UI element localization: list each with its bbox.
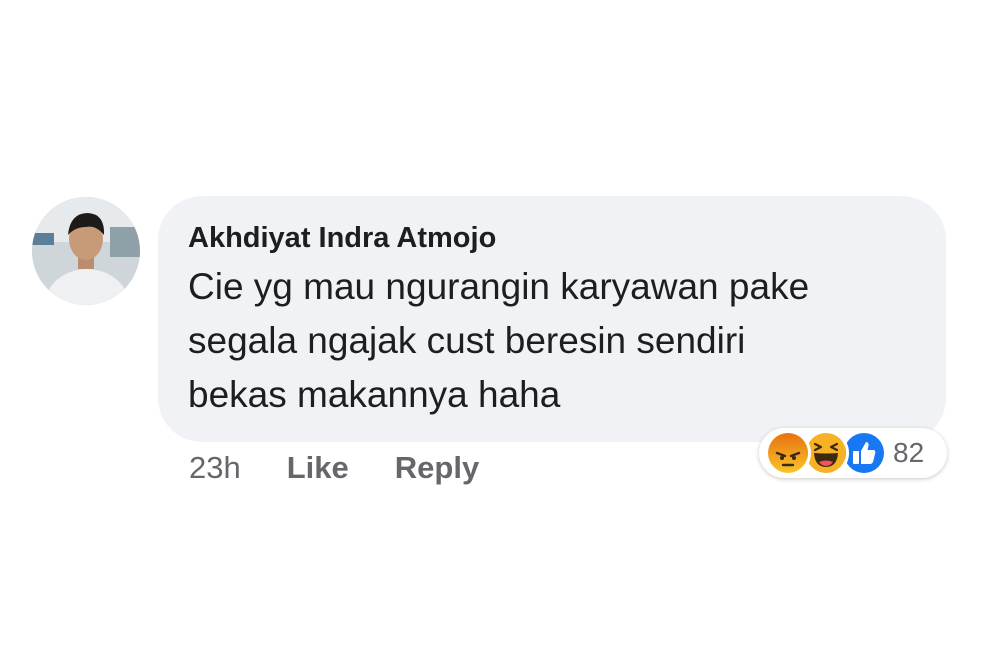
comment-author[interactable]: Akhdiyat Indra Atmojo	[188, 220, 916, 256]
like-button[interactable]: Like	[287, 450, 349, 486]
reactions-summary[interactable]: 82	[759, 428, 947, 478]
reaction-count: 82	[893, 437, 925, 468]
comment-text: Cie yg mau ngurangin karyawan pake segal…	[188, 260, 916, 422]
comment-text-line: segala ngajak cust beresin sendiri	[188, 320, 746, 361]
comment-actions: 23h Like Reply	[189, 448, 525, 488]
comment-text-line: bekas makannya haha	[188, 374, 561, 415]
comment-bubble: Akhdiyat Indra Atmojo Cie yg mau ngurang…	[158, 196, 946, 442]
profile-photo	[32, 197, 140, 305]
reply-button[interactable]: Reply	[395, 450, 479, 486]
comment-timestamp[interactable]: 23h	[189, 450, 241, 486]
avatar[interactable]	[32, 197, 140, 305]
angry-reaction-icon	[765, 430, 811, 476]
comment-text-line: Cie yg mau ngurangin karyawan pake	[188, 266, 810, 307]
